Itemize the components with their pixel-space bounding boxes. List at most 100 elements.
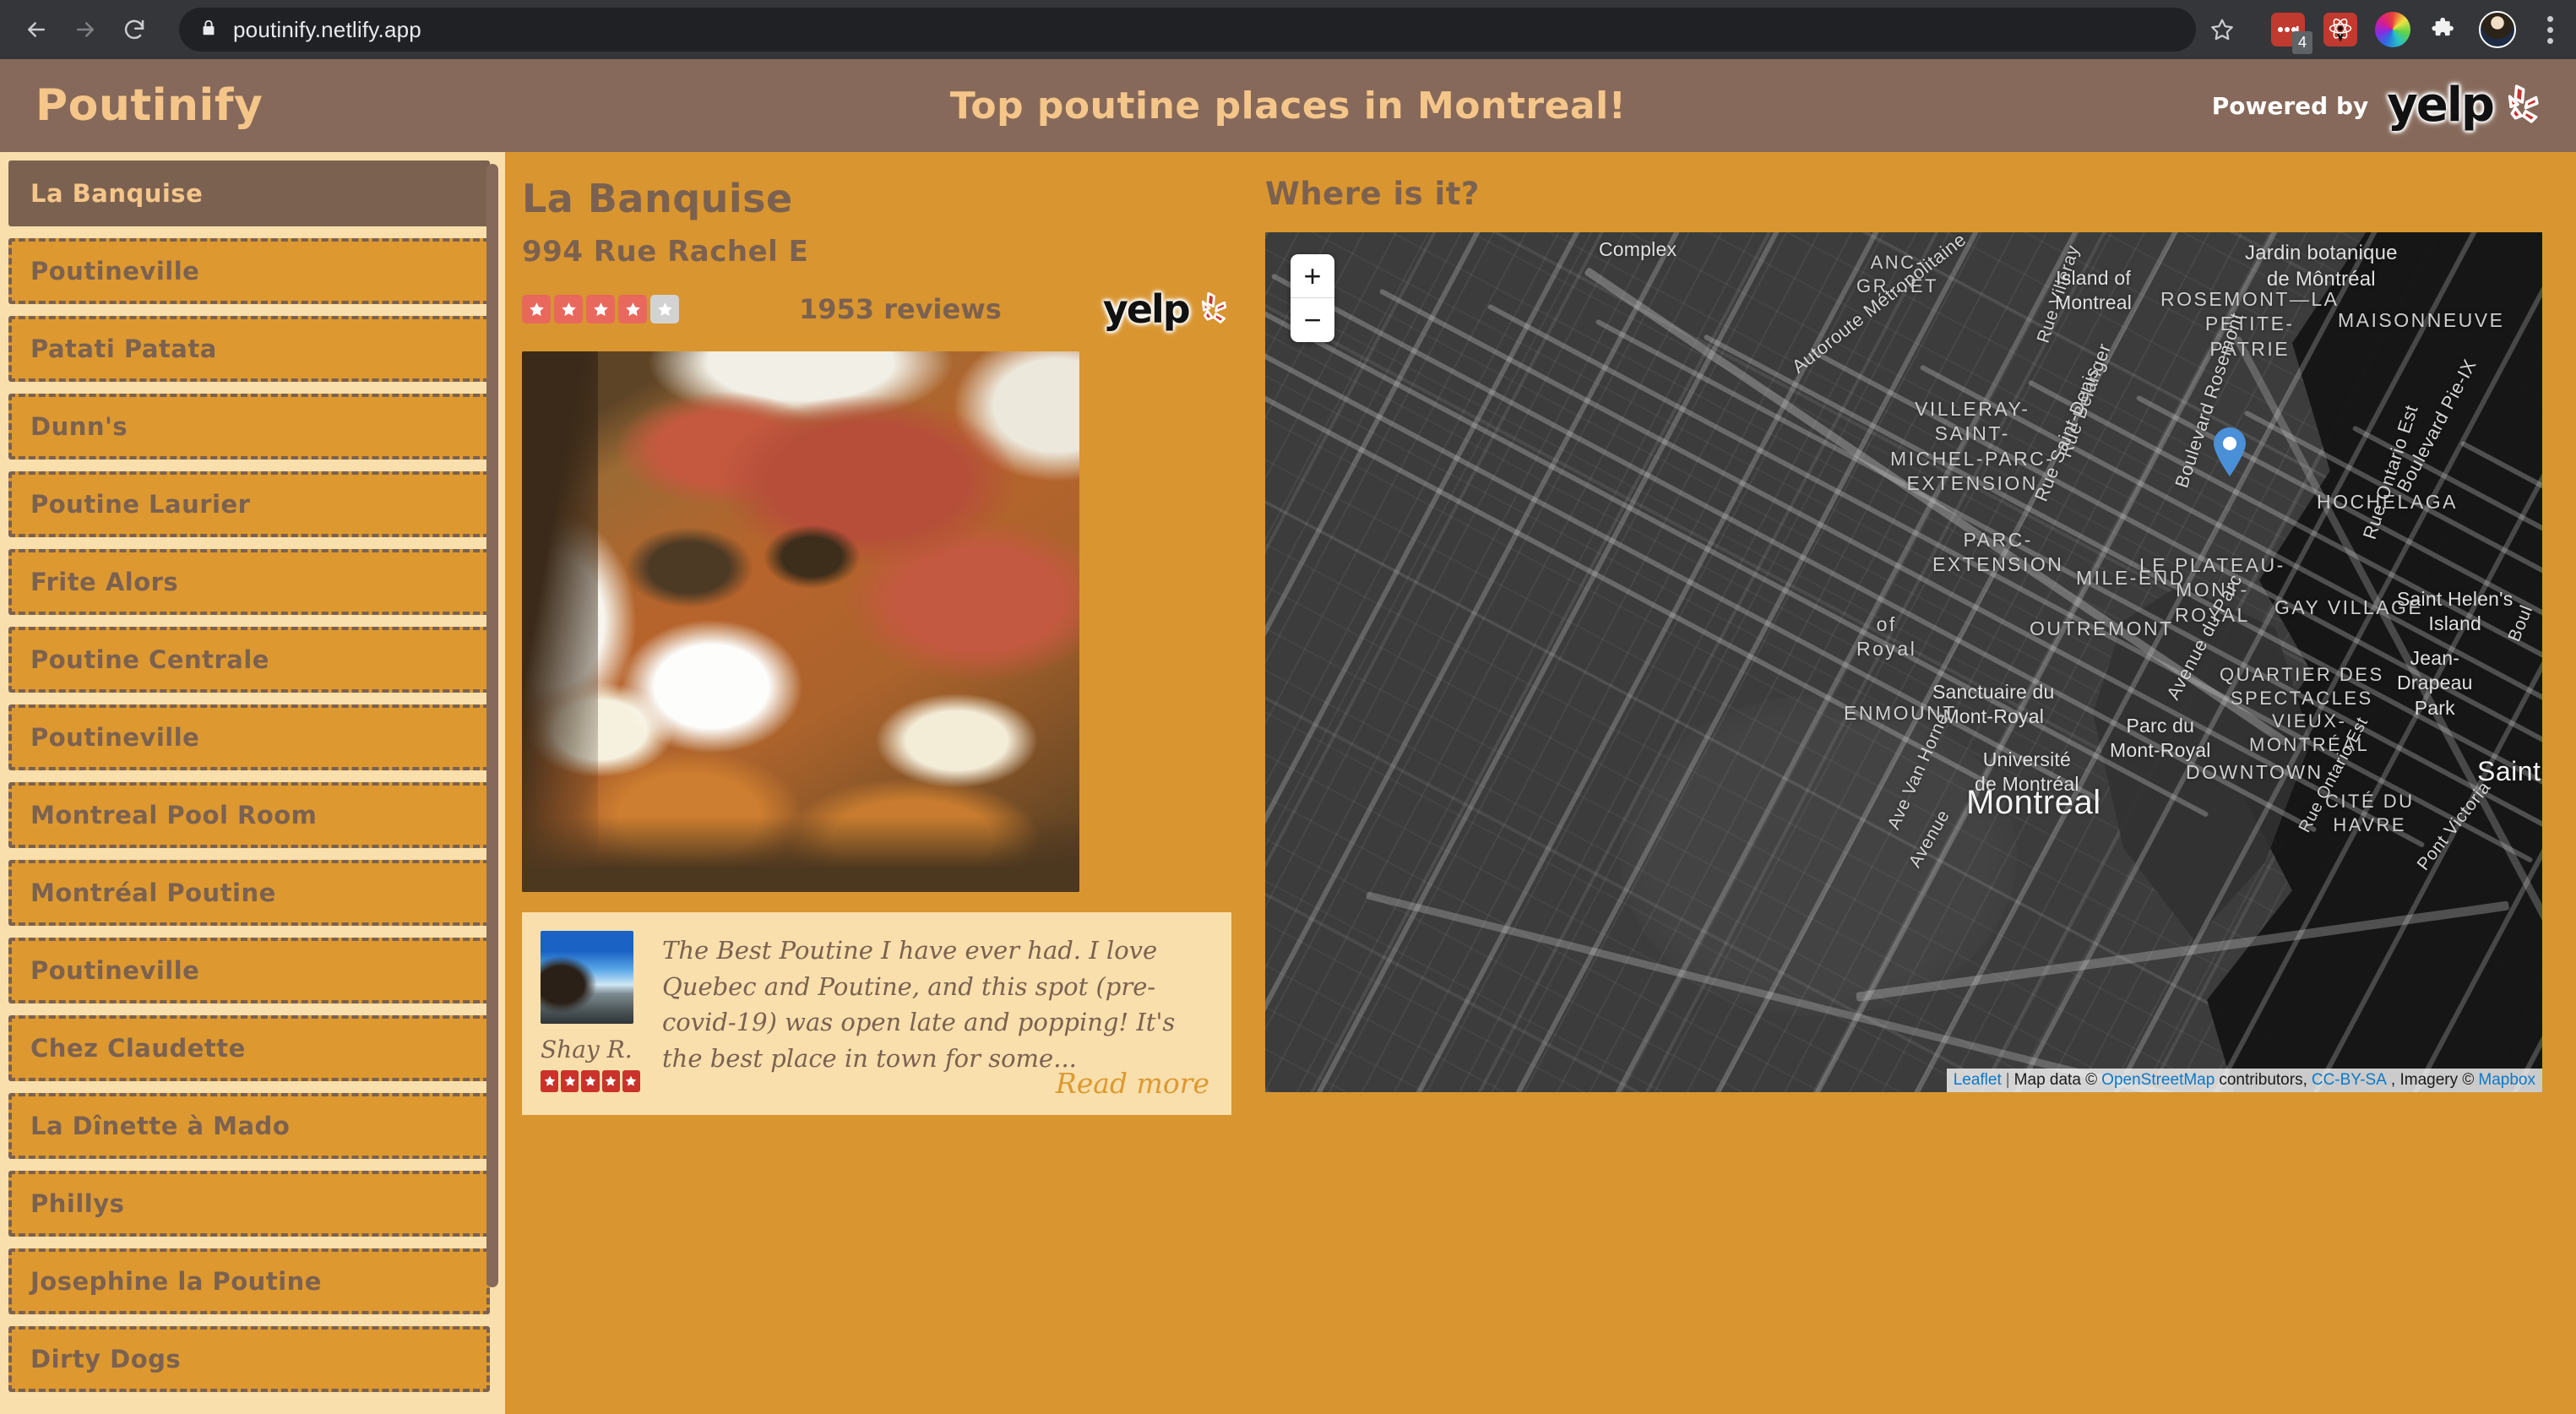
sidebar-item-label: Patati Patata xyxy=(30,334,217,363)
star-icon xyxy=(581,1070,600,1092)
map-label-3: Island of Montreal xyxy=(2055,267,2133,314)
map-label-10: VILLERAY- SAINT- MICHEL-PARC- EXTENSION xyxy=(1890,398,2055,495)
map-attribution: Leaflet | Map data © OpenStreetMap contr… xyxy=(1946,1069,2542,1092)
imagery-label: , Imagery © xyxy=(2390,1071,2475,1089)
sidebar-item-label: Poutine Laurier xyxy=(30,490,251,519)
forward-arrow-icon[interactable] xyxy=(61,5,110,54)
react-devtools-extension-icon[interactable] xyxy=(2314,3,2367,56)
rating-row: 1953 reviews yelp xyxy=(522,286,1231,332)
star-icon xyxy=(650,295,679,324)
yelp-logo-icon[interactable]: yelp xyxy=(2387,77,2541,133)
chrome-toolbar-right: 4 xyxy=(2196,3,2576,56)
sidebar-item-label: Josephine la Poutine xyxy=(30,1267,322,1296)
rating-stars xyxy=(522,295,679,324)
sidebar-item-6[interactable]: Poutine Centrale xyxy=(8,627,490,693)
map-label-5: ROSEMONT—LA PETITE- PATRIE xyxy=(2160,288,2340,360)
sidebar-item-13[interactable]: Phillys xyxy=(8,1171,490,1237)
business-list-sidebar[interactable]: La Banquise Poutineville Patati Patata Dunn… xyxy=(0,152,505,1414)
map-label-28: Parc du Mont-Royal xyxy=(2110,715,2211,762)
powered-by-label: Powered by xyxy=(2211,91,2369,120)
sidebar-item-label: Montreal Pool Room xyxy=(30,801,318,829)
map-label-30: DOWNTOWN xyxy=(2186,761,2323,783)
sidebar-item-label: Chez Claudette xyxy=(30,1034,246,1063)
profile-avatar-icon[interactable] xyxy=(2471,3,2524,56)
star-icon xyxy=(554,295,583,324)
sidebar-item-8[interactable]: Montreal Pool Room xyxy=(8,782,490,848)
browser-toolbar: poutinify.netlify.app 4 xyxy=(0,0,2576,59)
sidebar-item-9[interactable]: Montréal Poutine xyxy=(8,860,490,926)
sidebar-item-2[interactable]: Patati Patata xyxy=(8,316,490,382)
sidebar-item-4[interactable]: Poutine Laurier xyxy=(8,471,490,537)
map-label-23: QUARTIER DES SPECTACLES xyxy=(2220,664,2384,710)
business-list: La Banquise Poutineville Patati Patata Dunn… xyxy=(8,160,490,1392)
sidebar-item-0[interactable]: La Banquise xyxy=(8,160,490,226)
star-icon xyxy=(561,1070,579,1092)
extensions-puzzle-icon[interactable] xyxy=(2419,3,2471,56)
map-label-21: of Royal xyxy=(1856,613,1917,661)
back-arrow-icon[interactable] xyxy=(12,5,61,54)
app-header: Poutinify Top poutine places in Montreal… xyxy=(0,59,2576,152)
zoom-out-button[interactable]: − xyxy=(1291,298,1334,342)
sidebar-item-label: Phillys xyxy=(30,1189,125,1218)
star-icon xyxy=(522,295,551,324)
sidebar-item-14[interactable]: Josephine la Poutine xyxy=(8,1248,490,1314)
star-icon xyxy=(541,1070,559,1092)
sidebar-item-label: Poutineville xyxy=(30,723,200,752)
yelp-wordmark: yelp xyxy=(1102,286,1191,332)
sidebar-item-label: La Dînette à Mado xyxy=(30,1112,291,1140)
leaflet-link[interactable]: Leaflet xyxy=(1954,1071,2002,1090)
sidebar-item-label: Poutine Centrale xyxy=(30,645,269,674)
lock-icon xyxy=(199,19,218,41)
map-label-6: MAISONNEUVE xyxy=(2338,309,2505,331)
sidebar-item-1[interactable]: Poutineville xyxy=(8,238,490,304)
map-park-area xyxy=(1620,695,2017,1016)
sidebar-item-15[interactable]: Dirty Dogs xyxy=(8,1326,490,1392)
map-zoom-control[interactable]: + − xyxy=(1291,254,1334,342)
sidebar-item-10[interactable]: Poutineville xyxy=(8,938,490,1003)
map-label-7: ANC- GR...ET xyxy=(1856,252,1938,297)
color-picker-extension-icon[interactable] xyxy=(2367,3,2419,56)
star-icon[interactable] xyxy=(2196,3,2248,56)
page-title: Top poutine places in Montreal! xyxy=(949,84,1627,128)
map-label-19: Saint Helen's Island xyxy=(2397,588,2514,635)
map-heading: Where is it? xyxy=(1265,176,1480,212)
sidebar-item-3[interactable]: Dunn's xyxy=(8,394,490,460)
map-label-34: CITÉ DU HAVRE xyxy=(2325,791,2415,836)
sidebar-item-12[interactable]: La Dînette à Mado xyxy=(8,1093,490,1159)
address-bar[interactable]: poutinify.netlify.app xyxy=(179,8,2196,52)
star-icon xyxy=(622,1070,641,1092)
zoom-in-button[interactable]: + xyxy=(1291,254,1334,298)
leaflet-map[interactable]: Complex Autoroute Métropolitaine Rue Ville… xyxy=(1265,232,2542,1092)
sidebar-scrollbar[interactable] xyxy=(486,164,498,1287)
extension-badge-count: 4 xyxy=(2291,31,2312,54)
yelp-burst-icon xyxy=(1201,291,1226,324)
reviewer-info: Shay R. xyxy=(541,931,641,1092)
star-icon xyxy=(618,295,647,324)
business-address: 994 Rue Rachel E xyxy=(522,235,809,269)
reload-icon[interactable] xyxy=(110,5,159,54)
map-label-4: Jardin botanique de Môntréal xyxy=(2245,242,2398,291)
three-dot-menu-icon[interactable] xyxy=(2524,3,2576,56)
yelp-wordmark: yelp xyxy=(2387,77,2495,133)
star-icon xyxy=(601,1070,620,1092)
todoist-extension-icon[interactable]: 4 xyxy=(2262,3,2314,56)
yelp-logo-icon[interactable]: yelp xyxy=(1102,286,1228,332)
sidebar-item-label: Frite Alors xyxy=(30,568,179,596)
sidebar-item-11[interactable]: Chez Claudette xyxy=(8,1015,490,1081)
sidebar-item-label: Dunn's xyxy=(30,412,128,441)
openstreetmap-link[interactable]: OpenStreetMap xyxy=(2101,1071,2215,1090)
sidebar-item-5[interactable]: Frite Alors xyxy=(8,549,490,615)
contributors-label: contributors, xyxy=(2219,1071,2307,1089)
sidebar-item-label: Poutineville xyxy=(30,956,200,985)
business-photo xyxy=(522,351,1079,892)
map-pin-icon[interactable] xyxy=(2211,427,2248,477)
map-label-31: Montreal xyxy=(1966,784,2101,821)
sidebar-item-7[interactable]: Poutineville xyxy=(8,704,490,770)
url-text: poutinify.netlify.app xyxy=(233,16,421,42)
cc-by-sa-link[interactable]: CC-BY-SA xyxy=(2312,1071,2387,1090)
read-more-link[interactable]: Read more xyxy=(1056,1067,1209,1100)
sidebar-item-label: Dirty Dogs xyxy=(30,1345,182,1373)
review-count-label: 1953 reviews xyxy=(799,293,1002,325)
mapbox-link[interactable]: Mapbox xyxy=(2478,1071,2535,1090)
sidebar-item-label: La Banquise xyxy=(30,179,204,208)
